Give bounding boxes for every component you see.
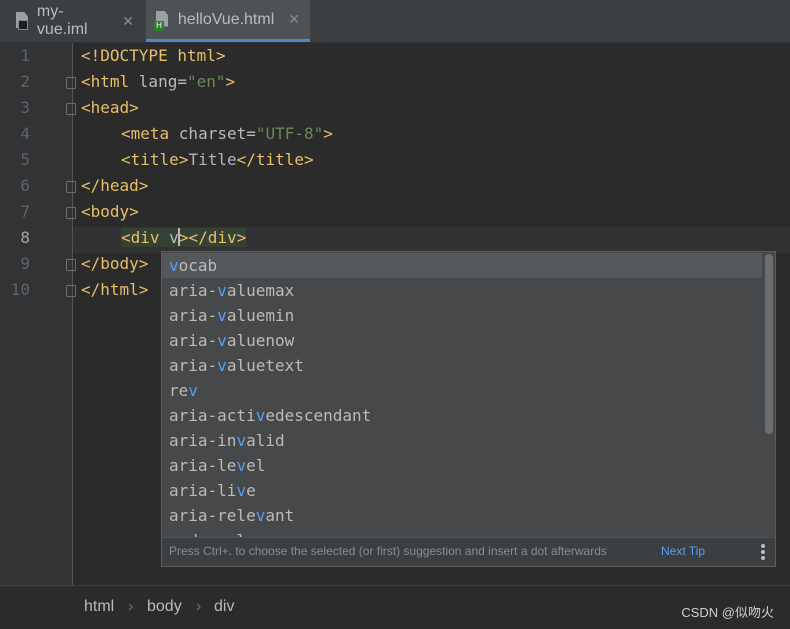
line-number: 1 <box>20 46 30 65</box>
close-icon[interactable]: ✕ <box>122 13 134 30</box>
line-number-gutter: 1 2 3 4 5 6 7 8 9 10 <box>0 43 76 585</box>
completion-popup: vocab aria-valuemax aria-valuemin aria-v… <box>161 251 776 567</box>
code-line-3: <head> <box>81 98 139 117</box>
completion-item[interactable]: aria-activedescendant <box>162 403 762 428</box>
line-number: 4 <box>20 124 30 143</box>
next-tip-link[interactable]: Next Tip <box>661 544 705 558</box>
code-line-2: <html lang="en"> <box>81 72 236 91</box>
chevron-right-icon: › <box>128 598 134 615</box>
breadcrumb-item-div[interactable]: div <box>214 598 234 616</box>
line-number: 7 <box>20 202 30 221</box>
completion-item[interactable]: aria-invalid <box>162 428 762 453</box>
file-icon <box>16 12 29 30</box>
completion-item[interactable]: aria-valuenow <box>162 328 762 353</box>
code-line-4: <meta charset="UTF-8"> <box>121 124 333 143</box>
completion-hint: Press Ctrl+. to choose the selected (or … <box>169 544 607 558</box>
popup-scrollbar[interactable] <box>765 254 773 434</box>
chevron-right-icon: › <box>196 598 202 615</box>
code-line-9: </body> <box>81 254 149 273</box>
code-line-6: </head> <box>81 176 149 195</box>
code-line-8: <div v></div> <box>121 228 247 247</box>
html-file-icon: H <box>154 10 170 31</box>
completion-item[interactable]: aria-valuemax <box>162 278 762 303</box>
line-number: 5 <box>20 150 30 169</box>
tab-hellovue-html[interactable]: H helloVue.html ✕ <box>146 0 310 42</box>
more-options-icon[interactable] <box>761 544 765 562</box>
code-line-5: <title>Title</title> <box>121 150 314 169</box>
tab-label: helloVue.html <box>177 10 275 28</box>
editor-tab-bar: my-vue.iml ✕ H helloVue.html ✕ <box>0 0 790 43</box>
breadcrumb-item-html[interactable]: html <box>84 598 114 616</box>
line-number: 6 <box>20 176 30 195</box>
completion-item[interactable]: aria-live <box>162 478 762 503</box>
line-number: 9 <box>20 254 30 273</box>
completion-item[interactable]: vocab <box>162 253 762 278</box>
completion-item[interactable]: rev <box>162 378 762 403</box>
line-number: 2 <box>20 72 30 91</box>
completion-item[interactable]: aria-relevant <box>162 503 762 528</box>
completion-item[interactable]: aria-valuemin <box>162 303 762 328</box>
line-number: 3 <box>20 98 30 117</box>
tab-my-vue-iml[interactable]: my-vue.iml ✕ <box>6 0 144 42</box>
popup-footer: Press Ctrl+. to choose the selected (or … <box>162 537 775 566</box>
completion-item[interactable]: aria-level <box>162 453 762 478</box>
breadcrumb: html › body › div CSDN @似吻火 <box>0 585 790 629</box>
completion-item[interactable]: aria-valuetext <box>162 353 762 378</box>
code-line-10: </html> <box>81 280 149 299</box>
tab-label: my-vue.iml <box>36 3 88 38</box>
line-number: 10 <box>10 280 30 299</box>
breadcrumb-item-body[interactable]: body <box>147 598 182 616</box>
code-line-7: <body> <box>81 202 139 221</box>
code-line-1: <!DOCTYPE html> <box>81 46 226 65</box>
line-number: 8 <box>20 228 30 247</box>
close-icon[interactable]: ✕ <box>288 11 300 28</box>
watermark: CSDN @似吻火 <box>681 605 774 620</box>
